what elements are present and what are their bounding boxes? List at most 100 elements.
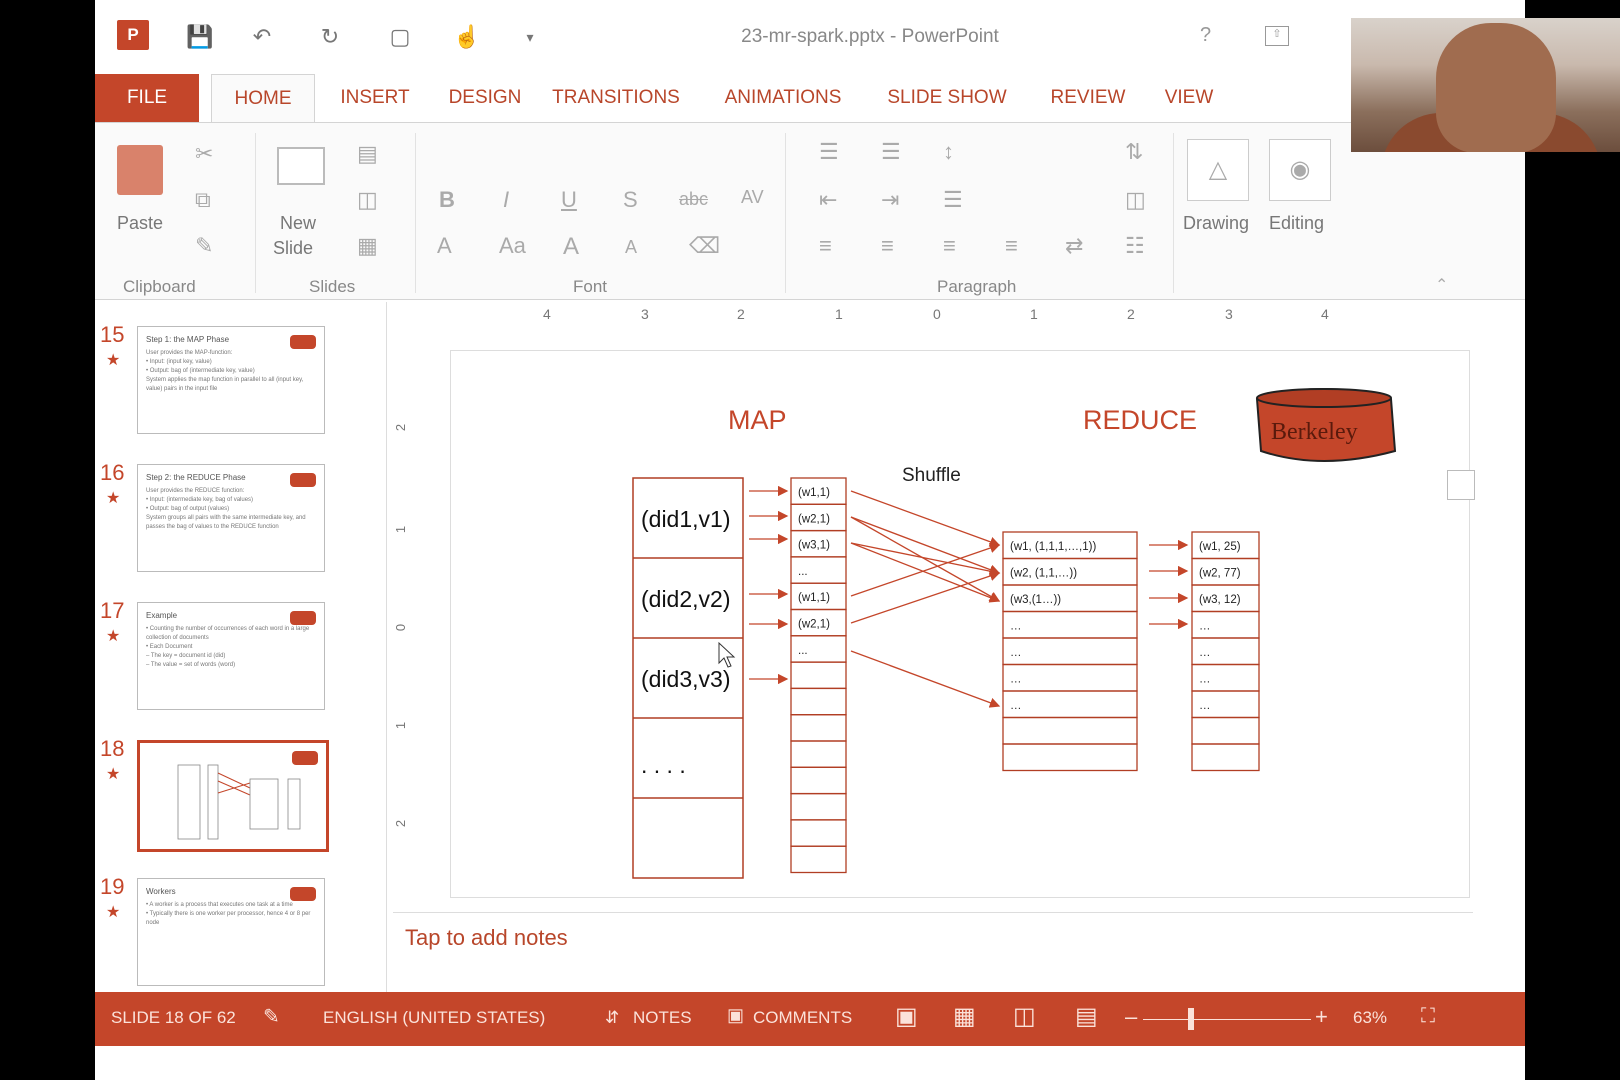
- layout-icon[interactable]: ▤: [357, 141, 378, 167]
- convert-smartart-icon[interactable]: ◫: [1125, 187, 1146, 213]
- tab-transitions[interactable]: TRANSITIONS: [545, 74, 687, 122]
- increase-font-size-button[interactable]: A: [563, 233, 579, 261]
- map-output-pair: (w1,1): [798, 487, 830, 499]
- help-icon[interactable]: ?: [1200, 24, 1211, 47]
- thumbnail-line: • Each Document: [146, 644, 193, 650]
- grouped-pair: (w2, (1,1,…)): [1010, 568, 1077, 580]
- new-slide-icon[interactable]: [277, 147, 325, 185]
- new-slide-label-2[interactable]: Slide: [273, 238, 313, 259]
- redo-icon[interactable]: ↻: [313, 20, 347, 54]
- change-case-button[interactable]: Aa: [499, 233, 526, 259]
- columns-icon[interactable]: ☰: [943, 187, 963, 213]
- paste-icon[interactable]: [117, 145, 163, 195]
- shadow-button[interactable]: S: [623, 187, 638, 213]
- slide-position: SLIDE 18 OF 62: [111, 1008, 236, 1027]
- decrease-indent-icon[interactable]: ⇤: [819, 187, 837, 213]
- tab-review[interactable]: REVIEW: [1043, 74, 1133, 122]
- slide-sorter-icon[interactable]: ▦: [953, 1002, 976, 1031]
- slide-canvas[interactable]: MAP REDUCE Berkeley Shuffle (did1,v1) (d…: [450, 350, 1470, 898]
- tab-view[interactable]: VIEW: [1157, 74, 1221, 122]
- underline-button[interactable]: U: [561, 187, 577, 213]
- flow-arrow: [850, 516, 1001, 575]
- clear-formatting-icon[interactable]: ⌫: [689, 233, 720, 259]
- thumbnail-slide-16[interactable]: Step 2: the REDUCE Phase User provides t…: [137, 464, 325, 572]
- thumbnail-slide-19[interactable]: Workers • A worker is a process that exe…: [137, 878, 325, 986]
- customize-qat-icon[interactable]: ▾: [513, 20, 547, 54]
- fit-slide-icon[interactable]: ⛶: [1421, 1005, 1435, 1028]
- align-center-icon[interactable]: ≡: [881, 233, 894, 259]
- thumbnail-number: 16: [100, 460, 125, 485]
- new-slide-label-1[interactable]: New: [280, 213, 316, 234]
- ruler-tick: 1: [393, 721, 409, 730]
- flow-arrow: [850, 490, 1001, 547]
- editing-button[interactable]: Editing: [1269, 213, 1324, 234]
- input-record: . . . .: [641, 752, 686, 778]
- flow-arrow: [850, 542, 1001, 603]
- align-text-icon[interactable]: ⇅: [1125, 139, 1143, 165]
- powerpoint-logo-icon: P: [117, 20, 149, 50]
- strikethrough-button[interactable]: abc: [679, 189, 708, 210]
- comments-icon[interactable]: ▣: [727, 1005, 744, 1026]
- notes-placeholder[interactable]: Tap to add notes: [405, 925, 568, 951]
- thumbnail-slide-18[interactable]: [137, 740, 329, 852]
- undo-icon[interactable]: ↶: [245, 20, 279, 54]
- reset-icon[interactable]: ◫: [357, 187, 378, 213]
- align-left-icon[interactable]: ≡: [819, 233, 832, 259]
- collapse-ribbon-icon[interactable]: ⌃: [1435, 275, 1448, 295]
- ruler-tick: 1: [835, 306, 843, 322]
- scrollbar-thumb[interactable]: [1447, 470, 1475, 500]
- notes-pane[interactable]: Tap to add notes: [393, 912, 1473, 988]
- bold-button[interactable]: B: [439, 187, 455, 213]
- thumbnail-line: • Counting the number of occurrences of …: [146, 626, 310, 641]
- format-painter-icon[interactable]: ✎: [195, 233, 213, 259]
- zoom-in-button[interactable]: +: [1315, 1004, 1328, 1030]
- touch-mode-icon[interactable]: ☝: [450, 20, 484, 54]
- copy-icon[interactable]: ⧉: [195, 187, 211, 213]
- comments-button[interactable]: COMMENTS: [753, 1008, 852, 1028]
- character-spacing-button[interactable]: AV: [741, 187, 764, 208]
- thumbnail-slide-15[interactable]: Step 1: the MAP Phase User provides the …: [137, 326, 325, 434]
- tab-slide-show[interactable]: SLIDE SHOW: [881, 74, 1013, 122]
- binoculars-icon[interactable]: ◉: [1269, 139, 1331, 201]
- numbering-icon[interactable]: ☰: [881, 139, 901, 165]
- tab-home[interactable]: HOME: [211, 74, 315, 124]
- slideshow-start-icon[interactable]: ▢: [383, 20, 417, 54]
- decrease-font-size-button[interactable]: A: [625, 237, 637, 258]
- section-icon[interactable]: ▦: [357, 233, 378, 259]
- drawing-shapes-icon[interactable]: △: [1187, 139, 1249, 201]
- thumbnail-line: User provides the MAP-function:: [146, 350, 233, 356]
- increase-indent-icon[interactable]: ⇥: [881, 187, 899, 213]
- bullets-icon[interactable]: ☰: [819, 139, 839, 165]
- italic-button[interactable]: I: [503, 187, 509, 213]
- justify-icon[interactable]: ≡: [1005, 233, 1018, 259]
- drawing-button[interactable]: Drawing: [1183, 213, 1249, 234]
- group-font: Font: [573, 277, 608, 296]
- ribbon-display-options-icon[interactable]: ⇧: [1265, 26, 1289, 46]
- tab-animations[interactable]: ANIMATIONS: [715, 74, 851, 122]
- thumbnail-title: Workers: [146, 887, 176, 896]
- tab-insert[interactable]: INSERT: [321, 74, 429, 122]
- zoom-slider-knob[interactable]: [1188, 1008, 1194, 1030]
- notes-button[interactable]: NOTES: [633, 1008, 692, 1028]
- zoom-out-button[interactable]: –: [1125, 1004, 1137, 1030]
- normal-view-icon[interactable]: ▣: [895, 1002, 918, 1031]
- line-spacing-icon[interactable]: ↕: [943, 139, 954, 165]
- title-bar: P 💾 ↶ ↻ ▢ ☝ ▾ 23-mr-spark.pptx - PowerPo…: [95, 0, 1525, 72]
- save-icon[interactable]: 💾: [183, 20, 217, 54]
- align-right-icon[interactable]: ≡: [943, 233, 956, 259]
- paste-label[interactable]: Paste: [117, 213, 163, 234]
- text-direction-icon[interactable]: ⇄: [1065, 233, 1083, 259]
- reading-view-icon[interactable]: ◫: [1013, 1002, 1036, 1031]
- zoom-level[interactable]: 63%: [1353, 1008, 1387, 1028]
- language-status[interactable]: ENGLISH (UNITED STATES): [323, 1008, 545, 1028]
- spell-check-icon[interactable]: ✎: [263, 1004, 280, 1029]
- zoom-slider-track[interactable]: [1143, 1019, 1311, 1020]
- notes-toggle-icon[interactable]: ⇵: [605, 1008, 619, 1028]
- thumbnail-slide-17[interactable]: Example • Counting the number of occurre…: [137, 602, 325, 710]
- tab-file[interactable]: FILE: [95, 74, 199, 122]
- smartart-icon[interactable]: ☷: [1125, 233, 1145, 259]
- font-color-button[interactable]: A: [437, 233, 452, 259]
- tab-design[interactable]: DESIGN: [431, 74, 539, 122]
- slideshow-view-icon[interactable]: ▤: [1075, 1002, 1098, 1031]
- cut-icon[interactable]: ✂: [195, 141, 213, 167]
